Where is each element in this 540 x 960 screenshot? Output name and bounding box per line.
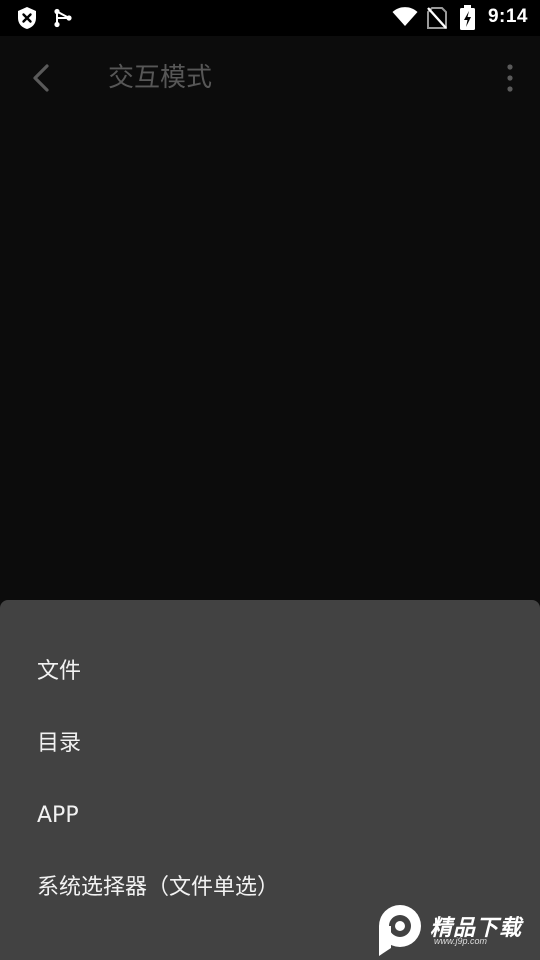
sheet-item-file[interactable]: 文件 [0, 636, 540, 708]
status-bar: 9:14 [0, 0, 540, 36]
wifi-icon [392, 7, 418, 26]
page-title: 交互模式 [108, 63, 213, 93]
sheet-item-app[interactable]: APP [0, 780, 540, 852]
sheet-item-directory[interactable]: 目录 [0, 708, 540, 780]
more-options-button[interactable] [498, 58, 522, 98]
battery-charging-icon [460, 5, 475, 30]
watermark-url: www.j9p.com [434, 936, 488, 946]
app-bar: 交互模式 [0, 36, 540, 120]
sheet-item-label: 文件 [37, 659, 82, 684]
share-node-icon [54, 8, 72, 28]
sheet-item-label: APP [37, 803, 79, 828]
watermark-logo-icon [379, 905, 421, 956]
status-time: 9:14 [487, 6, 528, 27]
more-vert-icon [507, 64, 513, 92]
sheet-item-label: 目录 [37, 731, 82, 756]
back-button[interactable] [20, 56, 64, 100]
watermark: 精品下载 www.j9p.com [372, 900, 540, 960]
dim-overlay[interactable] [0, 120, 540, 600]
chevron-left-icon [33, 64, 49, 92]
sheet-item-label: 系统选择器（文件单选） [37, 875, 280, 900]
no-sim-icon [427, 7, 447, 29]
shield-x-icon [18, 7, 36, 29]
